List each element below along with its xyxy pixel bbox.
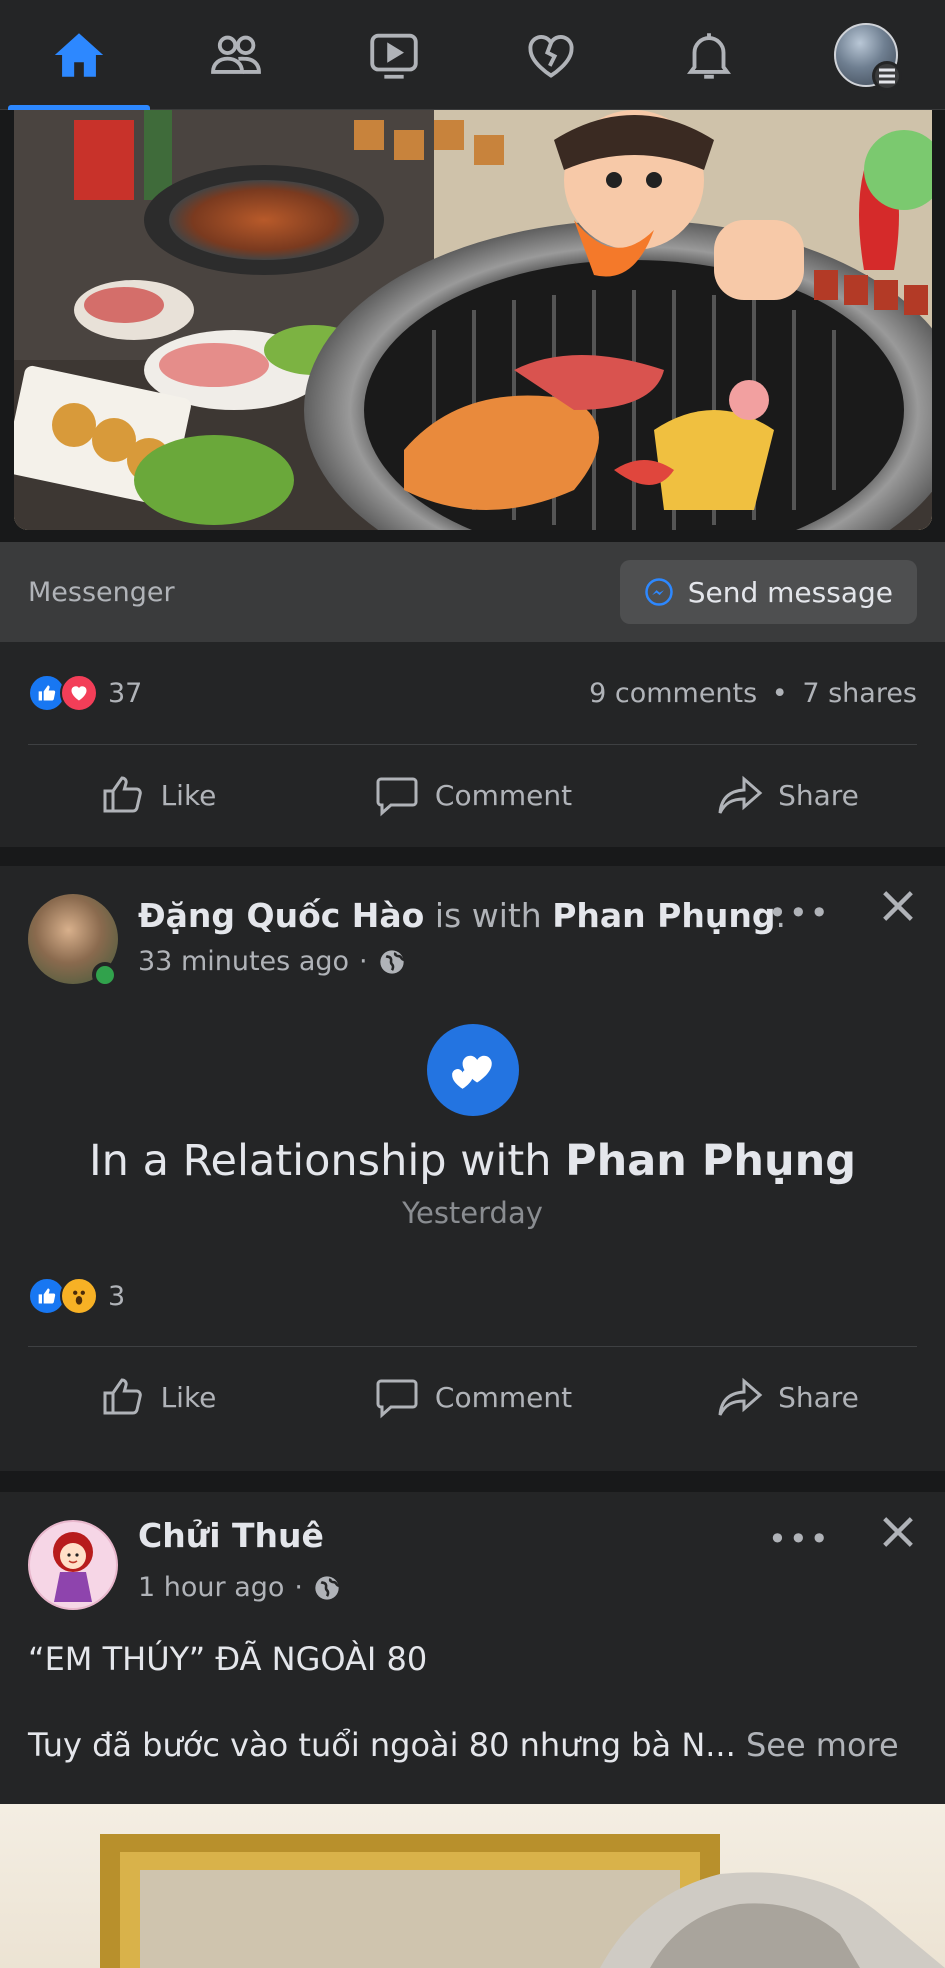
tab-watch[interactable] [315, 0, 473, 110]
feed-post-relationship: Đặng Quốc Hào is with Phan Phụng. 33 min… [0, 866, 945, 1471]
life-event-title: In a Relationship with Phan Phụng [0, 1136, 945, 1186]
post-header: Chửi Thuê 1 hour ago · ••• [0, 1492, 945, 1610]
post-header: Đặng Quốc Hào is with Phan Phụng. 33 min… [0, 866, 945, 988]
reaction-count: 3 [108, 1280, 126, 1312]
love-reaction-icon [60, 674, 98, 712]
see-more-link[interactable]: See more [746, 1726, 899, 1764]
feed-post-page: Chửi Thuê 1 hour ago · ••• “EM THÚY” ĐÃ … [0, 1492, 945, 1804]
life-event-partner[interactable]: Phan Phụng [565, 1136, 856, 1186]
life-event-prefix: In a Relationship with [88, 1136, 552, 1186]
reaction-count: 37 [108, 677, 143, 709]
time-dot: · [294, 1572, 303, 1603]
cta-source-label: Messenger [28, 576, 175, 608]
page-name[interactable]: Chửi Thuê [138, 1516, 324, 1555]
ad-image[interactable] [0, 110, 945, 542]
post-text: “EM THÚY” ĐÃ NGOÀI 80 Tuy đã bước vào tu… [0, 1640, 945, 1764]
close-icon[interactable] [878, 886, 918, 930]
profile-avatar [834, 22, 903, 91]
post-actions: Like Comment Share [0, 745, 945, 845]
time-text[interactable]: 1 hour ago [138, 1572, 284, 1603]
thumbs-up-icon [103, 1378, 142, 1415]
time-dot: · [359, 946, 368, 977]
comment-button[interactable]: Comment [315, 1373, 630, 1421]
life-event[interactable]: In a Relationship with Phan Phụng Yester… [0, 1024, 945, 1230]
tab-menu[interactable] [788, 0, 945, 110]
like-button[interactable]: Like [0, 771, 315, 819]
send-message-label: Send message [687, 575, 893, 609]
messenger-icon [644, 578, 673, 606]
tab-friends[interactable] [158, 0, 316, 110]
post-excerpt: Tuy đã bước vào tuổi ngoài 80 nhưng bà N… [28, 1726, 736, 1764]
tab-dating[interactable] [473, 0, 631, 110]
thumbs-up-icon [103, 776, 142, 813]
comment-button[interactable]: Comment [315, 771, 630, 819]
life-event-date: Yesterday [402, 1196, 543, 1230]
like-label: Like [160, 778, 217, 812]
relationship-hearts-icon [426, 1024, 519, 1116]
comment-label: Comment [434, 1380, 573, 1414]
share-arrow-icon [718, 1377, 763, 1416]
like-label: Like [160, 1380, 217, 1414]
heart-icon [528, 34, 574, 78]
share-button[interactable]: Share [630, 771, 945, 819]
share-button[interactable]: Share [630, 1373, 945, 1421]
top-navigation-bar [0, 0, 945, 110]
tagged-name[interactable]: Phan Phụng [552, 896, 775, 935]
page-avatar[interactable] [28, 1520, 118, 1610]
share-label: Share [778, 1380, 859, 1414]
meta-separator: • [771, 677, 788, 709]
globe-icon [379, 949, 404, 974]
share-label: Share [778, 778, 859, 812]
hotpot-grill-photo [14, 110, 932, 530]
more-options-icon[interactable]: ••• [768, 1520, 831, 1558]
comment-bubble-icon [376, 1379, 418, 1419]
reaction-summary: 37 9 comments • 7 shares [0, 642, 945, 744]
post-title: Chửi Thuê [138, 1516, 324, 1555]
comment-label: Comment [434, 778, 573, 812]
home-icon [54, 32, 103, 77]
post-title: Đặng Quốc Hào is with Phan Phụng. [138, 896, 786, 935]
friends-icon [211, 35, 262, 74]
reaction-icons[interactable]: 37 [28, 674, 142, 712]
post-timestamp: 33 minutes ago · [138, 946, 406, 977]
ad-post-footer: 37 9 comments • 7 shares Like Comment Sh… [0, 642, 945, 847]
online-status-dot [92, 962, 118, 988]
post-photo[interactable] [0, 1804, 945, 1968]
comment-bubble-icon [376, 777, 418, 817]
time-text[interactable]: 33 minutes ago [138, 946, 349, 977]
with-connector: is with [434, 896, 542, 935]
bell-icon [686, 32, 731, 79]
menu-icon [872, 60, 903, 91]
tab-home[interactable] [0, 0, 158, 110]
tab-notifications[interactable] [630, 0, 788, 110]
wow-reaction-icon [60, 1277, 98, 1315]
reaction-icons[interactable]: 3 [28, 1277, 125, 1315]
globe-icon [315, 1575, 339, 1600]
reaction-summary: 3 [0, 1246, 945, 1346]
close-icon[interactable] [878, 1512, 918, 1556]
share-arrow-icon [718, 775, 763, 814]
more-options-icon[interactable]: ••• [768, 894, 831, 932]
share-count[interactable]: 7 shares [802, 678, 917, 709]
comments-shares[interactable]: 9 comments • 7 shares [589, 678, 917, 709]
author-name[interactable]: Đặng Quốc Hào [138, 896, 424, 935]
send-message-button[interactable]: Send message [619, 560, 917, 624]
ad-cta-bar: Messenger Send message [0, 542, 945, 642]
comment-count[interactable]: 9 comments [589, 678, 757, 709]
video-icon [370, 33, 418, 79]
post-excerpt-line: Tuy đã bước vào tuổi ngoài 80 nhưng bà N… [28, 1726, 917, 1764]
post-timestamp: 1 hour ago · [138, 1572, 341, 1603]
post-headline: “EM THÚY” ĐÃ NGOÀI 80 [28, 1640, 428, 1678]
post-actions: Like Comment Share [0, 1347, 945, 1447]
like-button[interactable]: Like [0, 1373, 315, 1421]
